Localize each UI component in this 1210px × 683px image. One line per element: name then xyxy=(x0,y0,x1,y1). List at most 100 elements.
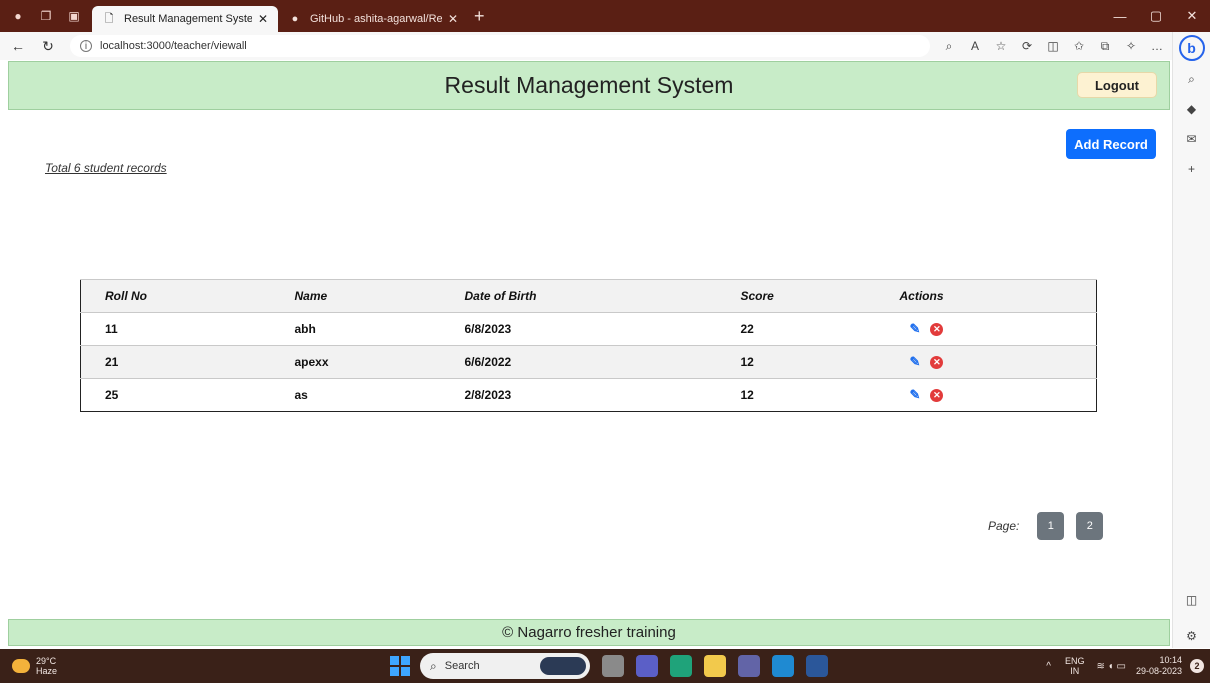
search-icon[interactable]: ⌕ xyxy=(1180,67,1204,91)
add-record-button[interactable]: Add Record xyxy=(1066,129,1156,159)
refresh-sync-icon[interactable]: ⟳ xyxy=(1014,39,1040,53)
cell-actions: ✎ ✕ xyxy=(875,312,1097,346)
address-bar: ← ↻ i localhost:3000/teacher/viewall ⌕ A… xyxy=(0,32,1172,60)
cell-dob: 6/8/2023 xyxy=(440,312,717,346)
window-controls: — ▢ ✕ xyxy=(1102,0,1210,32)
restore-icon[interactable]: ▢ xyxy=(1138,8,1174,24)
search-icon: ⌕ xyxy=(430,658,437,673)
close-tab-icon[interactable]: ✕ xyxy=(258,12,268,26)
language-indicator[interactable]: ENG IN xyxy=(1065,656,1085,676)
column-header-actions: Actions xyxy=(875,279,1097,313)
page-title: Result Management System xyxy=(444,72,734,98)
new-tab-icon[interactable]: + xyxy=(474,6,485,27)
browser-tab-bar: ● ❐ ▣ 🗋 Result Management System ✕ ● Git… xyxy=(0,0,1210,32)
profile-icon[interactable]: ● xyxy=(8,6,28,26)
cell-dob: 2/8/2023 xyxy=(440,378,717,412)
add-icon[interactable]: + xyxy=(1180,157,1204,181)
collections-icon[interactable]: ⧉ xyxy=(1092,39,1118,54)
table-row: 25 as 2/8/2023 12 ✎ ✕ xyxy=(80,378,1097,412)
cell-name: apexx xyxy=(270,345,441,379)
search-page-icon[interactable]: ⌕ xyxy=(936,39,962,54)
pagination: Page: 1 2 xyxy=(988,512,1104,540)
delete-icon[interactable]: ✕ xyxy=(930,322,944,336)
chevron-up-icon[interactable]: ^ xyxy=(1046,661,1051,672)
weather-widget[interactable]: 29°C Haze xyxy=(12,656,57,676)
logout-button[interactable]: Logout xyxy=(1077,72,1157,98)
word-icon[interactable] xyxy=(806,655,828,677)
more-icon[interactable]: … xyxy=(1144,39,1170,53)
system-tray: ^ ENG IN ≋ ◖ ▭ 10:14 29-08-2023 2 xyxy=(1046,651,1204,681)
taskbar-search[interactable]: ⌕ Search xyxy=(420,653,590,679)
windows-start-icon[interactable] xyxy=(390,656,410,676)
app-footer: © Nagarro fresher training xyxy=(8,619,1170,646)
close-window-icon[interactable]: ✕ xyxy=(1174,8,1210,24)
cell-dob: 6/6/2022 xyxy=(440,345,717,379)
bing-icon[interactable]: b xyxy=(1178,35,1205,61)
minimize-icon[interactable]: — xyxy=(1102,9,1138,24)
clock-date: 29-08-2023 xyxy=(1135,666,1182,676)
cell-score: 12 xyxy=(716,378,876,412)
edit-pencil-icon[interactable]: ✎ xyxy=(910,354,921,370)
delete-icon[interactable]: ✕ xyxy=(930,355,944,369)
chat-icon[interactable] xyxy=(636,655,658,677)
tab-actions-icon[interactable]: ▣ xyxy=(64,6,84,26)
workspaces-icon[interactable]: ❐ xyxy=(36,6,56,26)
cell-roll: 25 xyxy=(80,378,271,412)
language-top: ENG xyxy=(1065,656,1085,666)
column-header-score: Score xyxy=(716,279,876,313)
outlook-icon[interactable]: ✉ xyxy=(1180,127,1204,151)
cell-name: abh xyxy=(270,312,441,346)
edge-browser-icon[interactable] xyxy=(670,655,692,677)
tab-github[interactable]: ● GitHub - ashita-agarwal/Result-M ✕ xyxy=(278,6,468,32)
cell-roll: 21 xyxy=(80,345,271,379)
search-highlight-icon xyxy=(540,657,586,675)
browser-toolbar-icons: ⌕ A ☆ ⟳ ◫ ✩ ⧉ ✧ … xyxy=(936,39,1170,54)
column-header-dob: Date of Birth xyxy=(440,279,717,313)
task-view-icon[interactable] xyxy=(602,655,624,677)
file-explorer-icon[interactable] xyxy=(704,655,726,677)
wifi-volume-battery-icon[interactable]: ≋ ◖ ▭ xyxy=(1097,661,1126,672)
github-icon: ● xyxy=(291,13,299,25)
cell-name: as xyxy=(270,378,441,412)
close-tab-icon[interactable]: ✕ xyxy=(448,12,458,26)
url-field[interactable]: i localhost:3000/teacher/viewall xyxy=(70,35,930,57)
delete-icon[interactable]: ✕ xyxy=(930,388,944,402)
language-bottom: IN xyxy=(1070,666,1080,676)
cell-roll: 11 xyxy=(80,312,271,346)
weather-icon xyxy=(12,659,30,673)
edit-pencil-icon[interactable]: ✎ xyxy=(910,321,921,337)
edit-pencil-icon[interactable]: ✎ xyxy=(910,387,921,403)
read-aloud-icon[interactable]: A xyxy=(962,39,988,53)
page-button-1[interactable]: 1 xyxy=(1037,512,1065,540)
refresh-icon[interactable]: ↻ xyxy=(36,38,60,55)
cell-score: 12 xyxy=(716,345,876,379)
favorites-icon[interactable]: ✩ xyxy=(1066,39,1092,53)
back-icon[interactable]: ← xyxy=(6,38,30,54)
clock-time: 10:14 xyxy=(1159,655,1182,665)
column-header-name: Name xyxy=(270,279,441,313)
edge-sidebar: b ⌕ ◆ ✉ + ◫ ⚙ xyxy=(1172,32,1210,648)
weather-desc: Haze xyxy=(36,666,58,676)
tab-result-management[interactable]: 🗋 Result Management System ✕ xyxy=(92,6,278,32)
favorite-star-icon[interactable]: ☆ xyxy=(988,39,1014,53)
info-icon[interactable]: i xyxy=(80,40,92,52)
column-header-roll: Roll No xyxy=(80,279,271,313)
settings-gear-icon[interactable]: ⚙ xyxy=(1180,624,1204,648)
shopping-icon[interactable]: ◆ xyxy=(1180,97,1204,121)
cell-actions: ✎ ✕ xyxy=(875,345,1097,379)
extensions-icon[interactable]: ✧ xyxy=(1118,39,1144,53)
page-button-2[interactable]: 2 xyxy=(1076,512,1104,540)
clock[interactable]: 10:14 29-08-2023 xyxy=(1136,655,1182,677)
page-icon: 🗋 xyxy=(104,12,114,25)
table-header-row: Roll No Name Date of Birth Score Actions xyxy=(80,279,1097,313)
teams-icon[interactable] xyxy=(738,655,760,677)
split-screen-icon[interactable]: ◫ xyxy=(1040,39,1066,53)
vscode-icon[interactable] xyxy=(772,655,794,677)
sidebar-toggle-icon[interactable]: ◫ xyxy=(1180,588,1204,612)
notification-badge[interactable]: 2 xyxy=(1190,659,1204,673)
app-page: Result Management System Logout Add Reco… xyxy=(8,61,1170,648)
records-table: Roll No Name Date of Birth Score Actions… xyxy=(80,279,1097,412)
table-row: 21 apexx 6/6/2022 12 ✎ ✕ xyxy=(80,345,1097,379)
total-records-text: Total 6 student records xyxy=(45,161,167,175)
cell-score: 22 xyxy=(716,312,876,346)
